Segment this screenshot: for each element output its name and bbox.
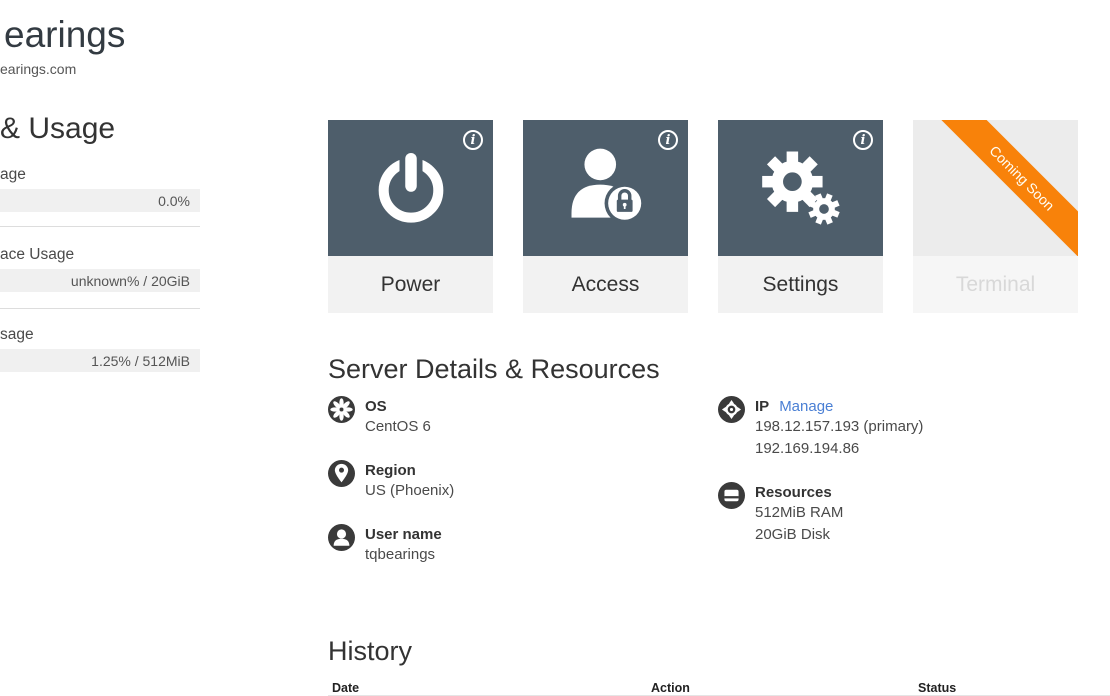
divider (0, 226, 200, 227)
region-value: US (Phoenix) (365, 480, 454, 502)
history-heading: History (328, 636, 412, 667)
ip-icon (718, 396, 745, 423)
manage-ip-link[interactable]: Manage (779, 398, 833, 415)
cpu-usage-value: 0.0% (158, 193, 190, 209)
terminal-tile-label: Terminal (913, 256, 1078, 313)
centos-icon (328, 396, 355, 423)
divider (0, 308, 200, 309)
power-tile-label: Power (328, 256, 493, 313)
resources-label: Resources (755, 483, 843, 502)
ip-primary-value: 198.12.157.193 (primary) (755, 416, 923, 438)
resources-detail: Resources 512MiB RAM 20GiB Disk (718, 482, 1098, 546)
cpu-usage-bar: 0.0% (0, 189, 200, 212)
username-detail: User name tqbearings (328, 524, 708, 566)
page-title: earings (4, 14, 125, 56)
history-col-status: Status (918, 681, 956, 695)
power-icon (365, 140, 457, 237)
region-detail: Region US (Phoenix) (328, 460, 708, 502)
username-label: User name (365, 525, 442, 544)
history-col-date: Date (332, 681, 359, 695)
location-pin-icon (328, 460, 355, 487)
history-col-action: Action (651, 681, 690, 695)
os-value: CentOS 6 (365, 416, 431, 438)
ram-usage-label: sage (0, 326, 34, 344)
disk-icon (718, 482, 745, 509)
os-label: OS (365, 397, 431, 416)
terminal-tile: Coming Soon Terminal (913, 120, 1078, 313)
resources-ram-value: 512MiB RAM (755, 502, 843, 524)
disk-usage-label: ace Usage (0, 246, 74, 264)
ip-detail: IP Manage 198.12.157.193 (primary) 192.16… (718, 396, 1098, 460)
os-detail: OS CentOS 6 (328, 396, 708, 438)
history-table-header: Date Action Status (328, 681, 1110, 696)
ip-label: IP (755, 398, 769, 415)
disk-usage-value: unknown% / 20GiB (71, 273, 190, 289)
disk-usage-bar: unknown% / 20GiB (0, 269, 200, 292)
username-value: tqbearings (365, 544, 442, 566)
ip-secondary-value: 192.169.194.86 (755, 438, 923, 460)
resources-disk-value: 20GiB Disk (755, 524, 843, 546)
server-details-heading: Server Details & Resources (328, 354, 660, 385)
coming-soon-ribbon: Coming Soon (926, 120, 1078, 256)
details-right-column: IP Manage 198.12.157.193 (primary) 192.16… (718, 396, 1098, 568)
ram-usage-bar: 1.25% / 512MiB (0, 349, 200, 372)
settings-tile[interactable]: i Settings (718, 120, 883, 313)
power-tile[interactable]: i Power (328, 120, 493, 313)
region-label: Region (365, 461, 454, 480)
details-left-column: OS CentOS 6 Region US (Phoenix) User nam (328, 396, 708, 588)
access-tile[interactable]: i Access (523, 120, 688, 313)
usage-heading: & Usage (0, 112, 115, 146)
cpu-usage-label: age (0, 166, 26, 184)
gears-icon (755, 140, 847, 237)
ip-label-row: IP Manage (755, 397, 923, 416)
info-icon[interactable]: i (658, 130, 678, 150)
page-subtitle: earings.com (0, 61, 76, 77)
info-icon[interactable]: i (463, 130, 483, 150)
tiles-row: i Power i Access (328, 120, 1078, 313)
user-lock-icon (560, 140, 652, 237)
access-tile-label: Access (523, 256, 688, 313)
user-icon (328, 524, 355, 551)
settings-tile-label: Settings (718, 256, 883, 313)
info-icon[interactable]: i (853, 130, 873, 150)
ram-usage-value: 1.25% / 512MiB (91, 353, 190, 369)
